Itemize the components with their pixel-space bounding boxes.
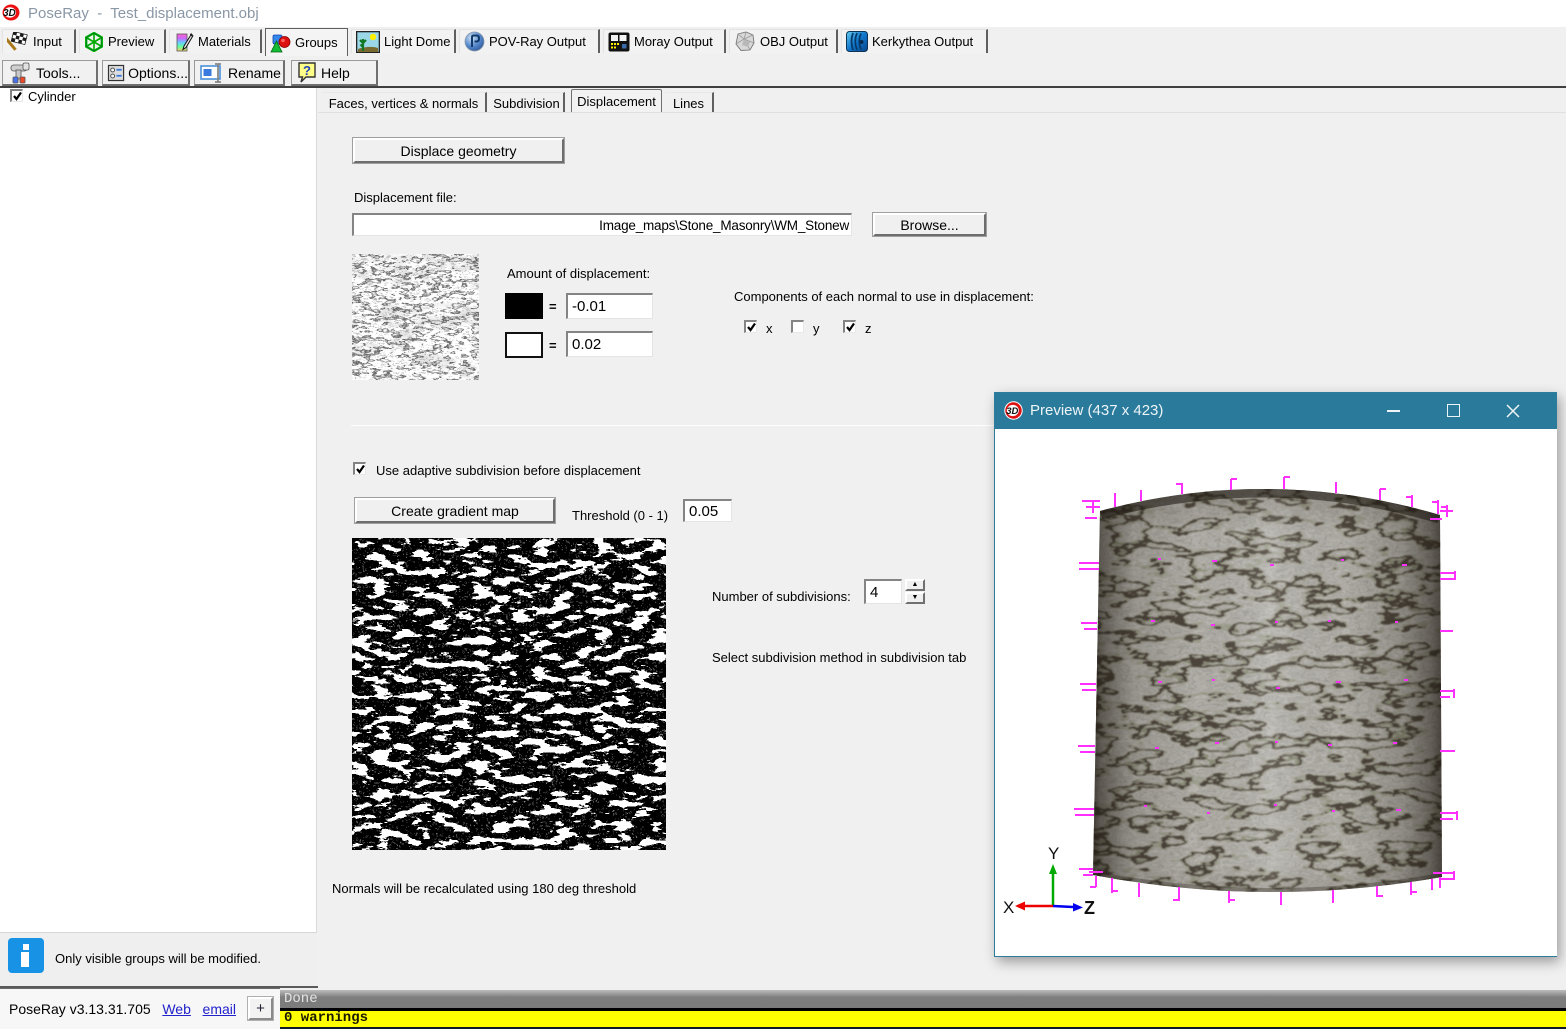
svg-text:Y: Y xyxy=(1048,844,1059,863)
svg-text:X: X xyxy=(1003,898,1014,917)
svg-text:Z: Z xyxy=(1084,898,1095,918)
svg-text:?: ? xyxy=(303,63,311,78)
svg-text:3D: 3D xyxy=(1006,406,1018,417)
svg-text:3D: 3D xyxy=(3,8,16,19)
